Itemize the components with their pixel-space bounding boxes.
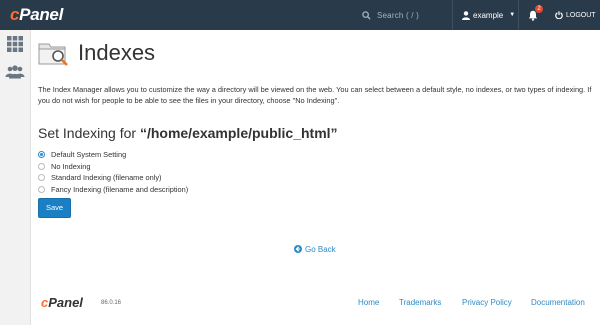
page-title: Indexes xyxy=(78,40,156,65)
version-label: 86.0.16 xyxy=(101,300,122,306)
arrow-circle-left-icon xyxy=(294,245,302,253)
option-standard[interactable]: Standard Indexing (filename only) xyxy=(38,172,188,184)
footer-link-home[interactable]: Home xyxy=(358,298,379,310)
search-icon xyxy=(362,10,371,20)
indexing-options: Default System Setting No Indexing Stand… xyxy=(38,149,188,195)
notification-badge: 2 xyxy=(535,5,543,13)
footer-link-documentation[interactable]: Documentation xyxy=(531,298,585,310)
footer-link-privacy[interactable]: Privacy Policy xyxy=(462,298,512,310)
notifications-button[interactable]: 2 xyxy=(528,5,543,22)
section-title-prefix: Set Indexing for xyxy=(38,125,140,141)
sidebar-item-users[interactable] xyxy=(0,58,30,86)
sidebar xyxy=(0,30,31,325)
directory-path: “/home/example/public_html” xyxy=(139,125,338,141)
radio-no-indexing[interactable] xyxy=(38,162,45,170)
radio-default[interactable] xyxy=(38,151,45,159)
go-back-label: Go Back xyxy=(305,244,336,254)
option-fancy[interactable]: Fancy Indexing (filename and description… xyxy=(38,184,188,196)
radio-fancy[interactable] xyxy=(38,185,45,193)
radio-standard[interactable] xyxy=(38,174,45,182)
option-default[interactable]: Default System Setting xyxy=(38,149,188,161)
chevron-down-icon: ▼ xyxy=(509,12,516,18)
save-button[interactable]: Save xyxy=(38,198,71,218)
go-back-link[interactable]: Go Back xyxy=(294,243,336,255)
user-icon xyxy=(462,10,470,20)
option-label: Default System Setting xyxy=(51,150,127,160)
search-box[interactable]: Search ( / ) xyxy=(362,7,442,23)
option-label: Standard Indexing (filename only) xyxy=(51,173,162,183)
topbar-divider xyxy=(518,0,519,30)
top-bar: cPanel Search ( / ) example ▼ 2 LOGOUT xyxy=(0,0,600,30)
footer-logo: cPanel xyxy=(41,295,83,310)
search-input[interactable]: Search ( / ) xyxy=(377,11,419,20)
user-menu[interactable]: example ▼ xyxy=(462,8,515,22)
option-label: No Indexing xyxy=(51,161,91,171)
main-content: Indexes The Index Manager allows you to … xyxy=(31,30,600,325)
logout-label: LOGOUT xyxy=(566,11,596,19)
section-title: Set Indexing for “/home/example/public_h… xyxy=(38,125,338,141)
option-label: Fancy Indexing (filename and description… xyxy=(51,184,189,194)
topbar-divider xyxy=(452,0,453,30)
logout-icon xyxy=(555,11,563,19)
folder-search-icon xyxy=(38,43,68,66)
sidebar-item-tools[interactable] xyxy=(0,30,30,58)
logout-button[interactable]: LOGOUT xyxy=(555,8,596,22)
username-label: example xyxy=(473,10,504,20)
option-no-indexing[interactable]: No Indexing xyxy=(38,161,188,173)
users-icon xyxy=(5,65,25,79)
page-header: Indexes xyxy=(38,38,155,68)
cpanel-logo[interactable]: cPanel xyxy=(10,5,63,25)
footer-link-trademarks[interactable]: Trademarks xyxy=(399,298,441,310)
page-description: The Index Manager allows you to customiz… xyxy=(38,85,592,105)
grid-icon xyxy=(7,36,23,52)
